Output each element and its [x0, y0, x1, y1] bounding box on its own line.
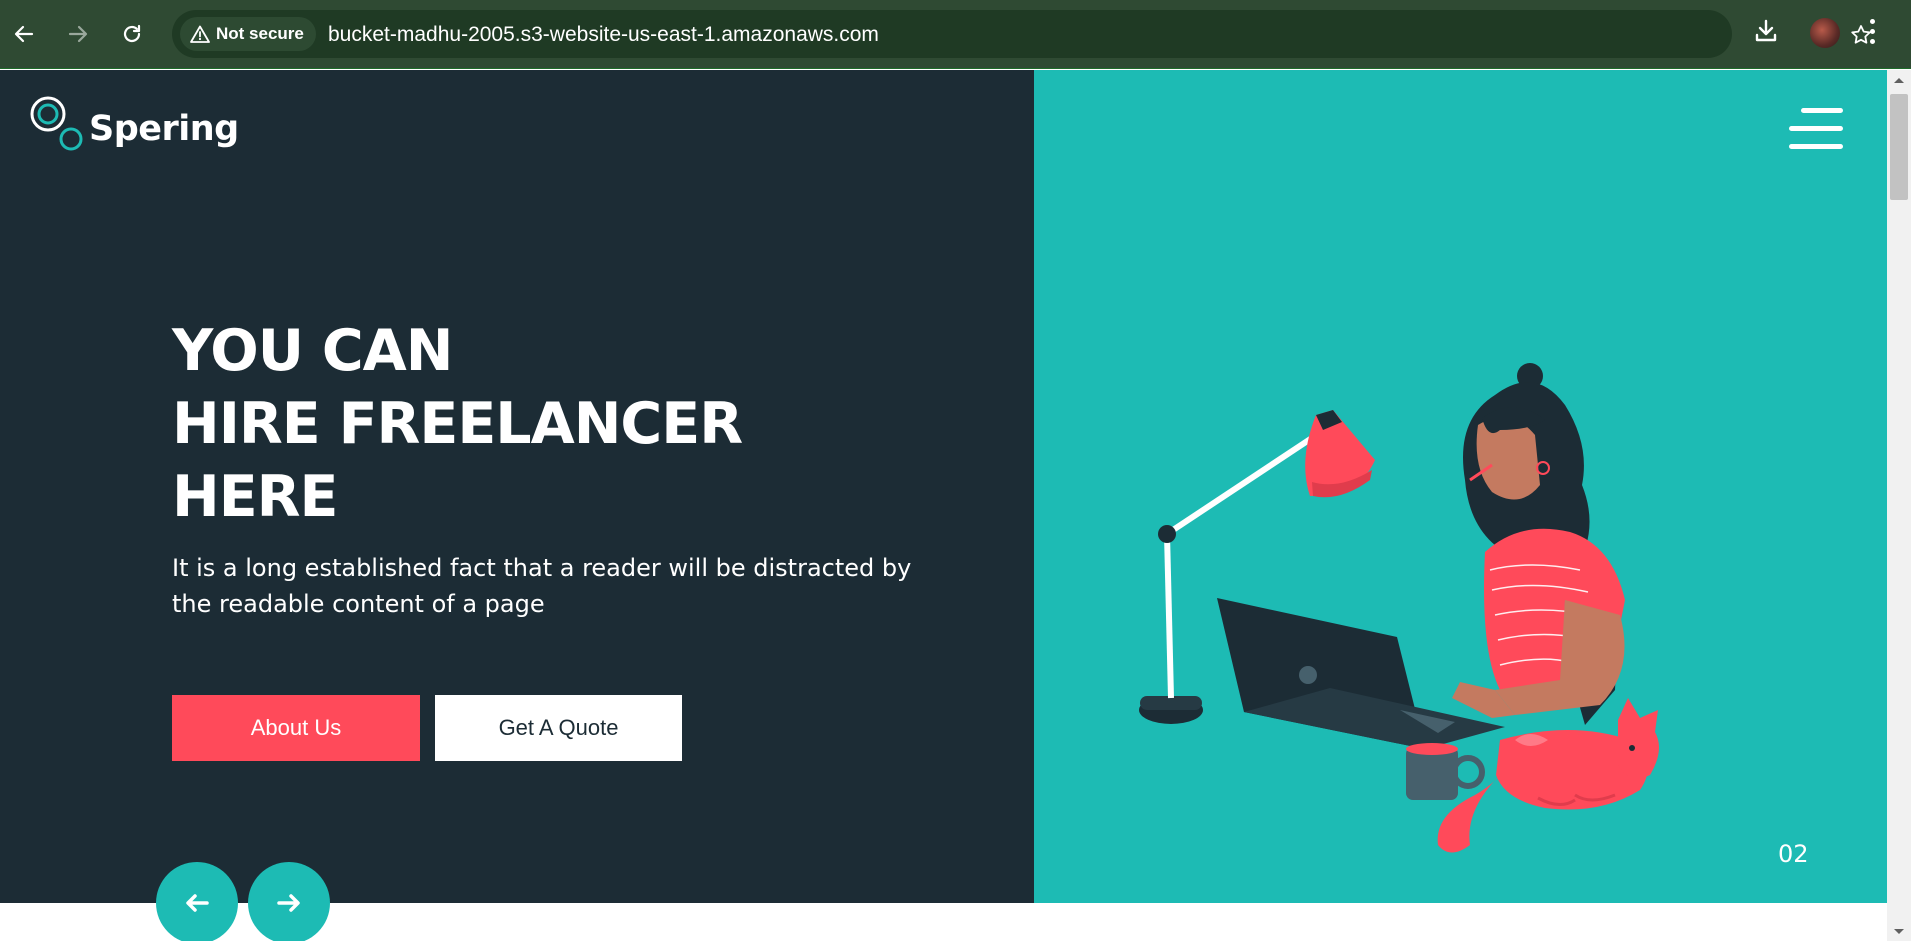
security-chip[interactable]: Not secure	[180, 17, 316, 51]
url-text[interactable]: bucket-madhu-2005.s3-website-us-east-1.a…	[328, 23, 879, 47]
hero-title-line: HERE	[172, 464, 338, 530]
freelancer-illustration	[1139, 363, 1659, 853]
hamburger-menu-icon[interactable]	[1789, 108, 1843, 150]
woman-figure	[1452, 363, 1625, 718]
downloads-button[interactable]	[1752, 17, 1780, 49]
slide-number: 02	[1778, 840, 1809, 868]
arrow-right-icon	[277, 894, 300, 912]
browser-toolbar: Not secure bucket-madhu-2005.s3-website-…	[0, 0, 1911, 69]
site-logo[interactable]: Spering	[29, 95, 239, 155]
hero-description: It is a long established fact that a rea…	[172, 554, 912, 618]
security-label: Not secure	[216, 24, 304, 43]
more-vert-icon[interactable]	[1868, 19, 1876, 49]
back-button[interactable]	[6, 16, 42, 52]
laptop	[1217, 598, 1505, 749]
hero-title-line: YOU CAN	[172, 318, 453, 384]
arrow-left-icon	[186, 894, 209, 912]
coffee-mug	[1406, 743, 1485, 800]
download-icon	[1755, 19, 1777, 42]
web-page: Spering YOU CAN HIRE FREELANCER HERE It …	[0, 70, 1887, 941]
hero-title: YOU CAN HIRE FREELANCER HERE	[172, 315, 743, 534]
address-bar[interactable]: Not secure bucket-madhu-2005.s3-website-…	[172, 10, 1871, 58]
scroll-down-icon[interactable]	[1893, 928, 1905, 936]
logo-text: Spering	[89, 109, 239, 149]
warning-icon	[190, 25, 210, 43]
hero-title-line: HIRE FREELANCER	[172, 391, 743, 457]
slider-prev-button[interactable]	[156, 862, 238, 941]
forward-icon	[68, 25, 88, 43]
scroll-thumb[interactable]	[1890, 94, 1908, 200]
about-us-button[interactable]: About Us	[172, 695, 420, 761]
logo-circles-icon	[30, 96, 83, 151]
slider-next-button[interactable]	[248, 862, 330, 941]
profile-avatar[interactable]	[1810, 18, 1840, 48]
scroll-up-icon[interactable]	[1893, 76, 1905, 84]
forward-button[interactable]	[60, 16, 96, 52]
reload-button[interactable]	[114, 16, 150, 52]
page-scrollbar[interactable]	[1887, 70, 1911, 941]
back-icon	[14, 25, 34, 43]
reload-icon	[123, 24, 141, 43]
get-a-quote-button[interactable]: Get A Quote	[435, 695, 682, 761]
